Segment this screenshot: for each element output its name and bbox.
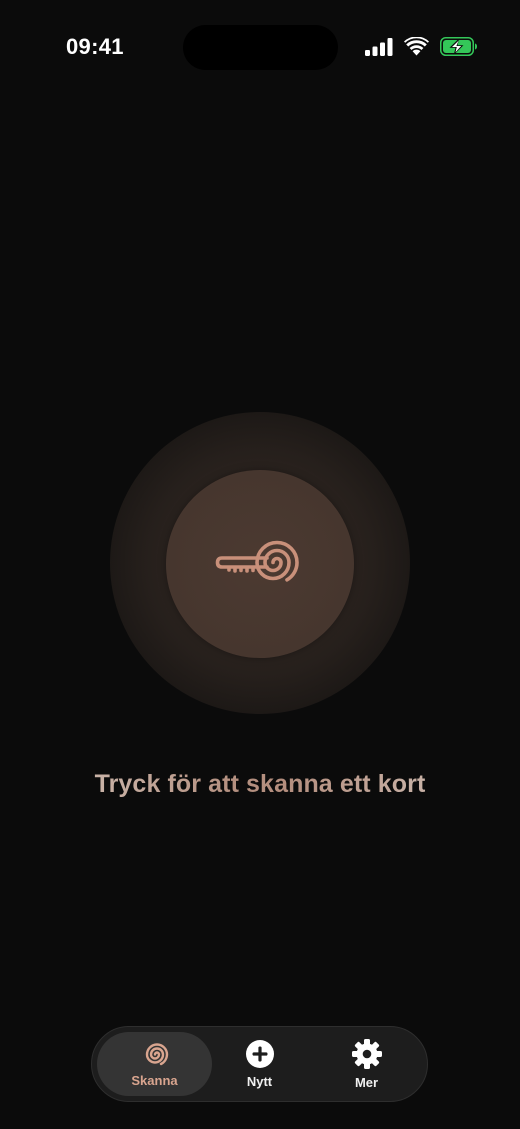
- gear-icon: [351, 1039, 382, 1069]
- tab-label: Skanna: [131, 1073, 178, 1088]
- spiral-icon: [145, 1043, 168, 1066]
- tab-nytt[interactable]: Nytt: [212, 1032, 307, 1096]
- tab-label: Mer: [354, 1075, 379, 1090]
- cellular-signal-icon: [365, 37, 393, 56]
- tab-skanna[interactable]: Skanna: [97, 1032, 212, 1096]
- scan-prompt: Tryck för att skanna ett kort: [0, 770, 520, 799]
- battery-charging-icon: [440, 37, 477, 56]
- scan-area: [110, 412, 410, 714]
- wifi-icon: [404, 37, 429, 56]
- tab-mer[interactable]: Mer: [314, 1032, 419, 1096]
- tab-bar: Skanna Nytt Mer: [91, 1026, 428, 1102]
- plus-circle-icon: [245, 1040, 274, 1068]
- scan-button[interactable]: [166, 470, 354, 658]
- key-spiral-icon: [215, 540, 299, 582]
- status-time: 09:41: [66, 34, 124, 59]
- tab-label: Nytt: [246, 1074, 273, 1089]
- status-icons: [365, 37, 478, 56]
- dynamic-island: [183, 25, 338, 70]
- status-bar: 09:41: [0, 0, 520, 95]
